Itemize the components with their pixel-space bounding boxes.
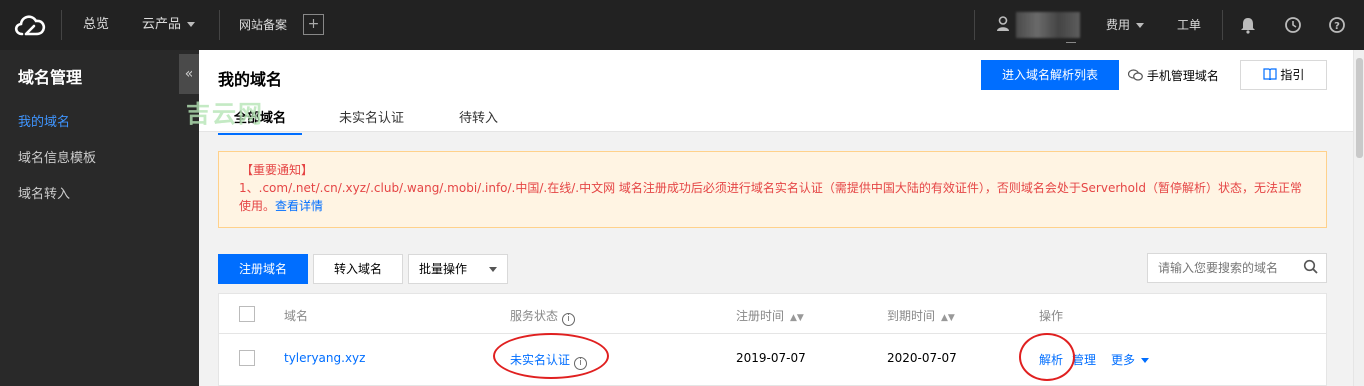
sidebar-item-domain-transfer[interactable]: 域名转入 <box>18 183 70 202</box>
important-notice: 【重要通知】 1、.com/.net/.cn/.xyz/.club/.wang/… <box>218 151 1327 228</box>
sidebar-title: 域名管理 <box>18 68 83 87</box>
tab-pending-transfer[interactable]: 待转入 <box>459 107 498 126</box>
nav-icp[interactable]: 网站备案 <box>239 0 287 50</box>
column-expires-label: 到期时间 <box>887 309 936 323</box>
more-dropdown[interactable]: 更多 <box>1111 351 1150 368</box>
domain-name-link[interactable]: tyleryang.xyz <box>284 351 365 365</box>
chevron-down-icon <box>1141 358 1150 363</box>
sidebar-item-my-domains[interactable]: 我的域名 <box>18 111 70 130</box>
column-registered[interactable]: 注册时间 ▲▼ <box>736 307 804 324</box>
help-icon[interactable]: ? <box>1328 16 1346 34</box>
annotation-circle <box>1019 333 1075 381</box>
notice-text: 1、.com/.net/.cn/.xyz/.club/.wang/.mobi/.… <box>239 181 1302 213</box>
column-registered-label: 注册时间 <box>736 309 785 323</box>
tab-unverified[interactable]: 未实名认证 <box>339 107 404 126</box>
manage-link[interactable]: 管理 <box>1072 351 1096 368</box>
sort-icon[interactable]: ▲▼ <box>941 313 955 323</box>
nav-ticket[interactable]: 工单 <box>1177 0 1201 50</box>
domain-table: 域名 服务状态 i 注册时间 ▲▼ 到期时间 ▲▼ 操作 tyleryang.xyz … <box>218 293 1327 386</box>
notice-title: 【重要通知】 <box>241 163 314 177</box>
nav-overview[interactable]: 总览 <box>83 0 109 50</box>
bell-icon[interactable] <box>1239 16 1257 34</box>
guide-button[interactable]: 指引 <box>1240 60 1327 90</box>
search-icon[interactable] <box>1303 259 1319 275</box>
guide-label: 指引 <box>1280 68 1305 82</box>
chevron-down-icon <box>489 267 497 272</box>
notice-details-link[interactable]: 查看详情 <box>275 199 323 213</box>
search-input[interactable] <box>1147 253 1327 283</box>
nav-products[interactable]: 云产品 <box>142 0 196 50</box>
dns-list-button[interactable]: 进入域名解析列表 <box>981 60 1119 90</box>
table-header: 域名 服务状态 i 注册时间 ▲▼ 到期时间 ▲▼ 操作 <box>219 294 1326 334</box>
chevron-down-icon <box>1136 23 1145 28</box>
mobile-manage-label: 手机管理域名 <box>1146 69 1219 83</box>
mobile-manage-link[interactable]: 手机管理域名 <box>1127 67 1219 84</box>
transfer-domain-button[interactable]: 转入域名 <box>313 254 403 284</box>
nav-billing[interactable]: 费用 <box>1106 0 1145 50</box>
chevron-down-icon <box>187 22 196 27</box>
watermark: 吉云网 <box>186 100 264 128</box>
clock-icon[interactable] <box>1284 16 1302 34</box>
column-domain: 域名 <box>284 309 309 323</box>
column-status: 服务状态 i <box>510 307 576 326</box>
page-header: 我的域名 全部域名 未实名认证 待转入 <box>199 50 1353 135</box>
register-domain-button[interactable]: 注册域名 <box>218 254 308 284</box>
wechat-icon <box>1127 69 1143 81</box>
svg-text:?: ? <box>1334 21 1340 32</box>
username-blurred[interactable] <box>1016 12 1080 38</box>
info-icon[interactable]: i <box>562 313 576 326</box>
notice-body: 1、.com/.net/.cn/.xyz/.club/.wang/.mobi/.… <box>239 179 1306 215</box>
divider <box>974 10 975 40</box>
row-checkbox[interactable] <box>239 350 255 366</box>
sort-icon[interactable]: ▲▼ <box>790 313 804 323</box>
more-label: 更多 <box>1111 353 1136 367</box>
select-all-checkbox[interactable] <box>239 306 255 322</box>
batch-operation-label: 批量操作 <box>419 262 468 276</box>
sidebar: 域名管理 我的域名 域名信息模板 域名转入 <box>0 50 199 386</box>
column-expires[interactable]: 到期时间 ▲▼ <box>887 307 955 324</box>
nav-products-label: 云产品 <box>142 17 182 32</box>
add-shortcut-icon[interactable]: + <box>303 14 324 35</box>
column-status-label: 服务状态 <box>510 309 559 323</box>
nav-billing-label: 费用 <box>1106 18 1131 32</box>
sidebar-collapse-button[interactable]: « <box>179 54 199 94</box>
book-icon <box>1262 68 1277 81</box>
divider <box>219 10 220 40</box>
divider <box>1222 10 1223 40</box>
top-navbar: 总览 云产品 网站备案 + 费用 工单 ? <box>0 0 1364 50</box>
scrollbar-thumb[interactable] <box>1356 58 1363 158</box>
divider <box>61 10 62 40</box>
column-actions: 操作 <box>1039 309 1064 323</box>
page-title: 我的域名 <box>218 70 283 89</box>
sidebar-item-domain-templates[interactable]: 域名信息模板 <box>18 147 96 166</box>
divider <box>1066 42 1076 43</box>
registered-date: 2019-07-07 <box>736 351 806 365</box>
expires-date: 2020-07-07 <box>887 351 957 365</box>
page-scrollbar[interactable] <box>1353 50 1364 386</box>
annotation-circle <box>493 333 609 379</box>
cloud-logo-icon[interactable] <box>12 10 48 40</box>
user-icon[interactable] <box>996 16 1010 32</box>
batch-operation-select[interactable]: 批量操作 <box>408 254 508 284</box>
